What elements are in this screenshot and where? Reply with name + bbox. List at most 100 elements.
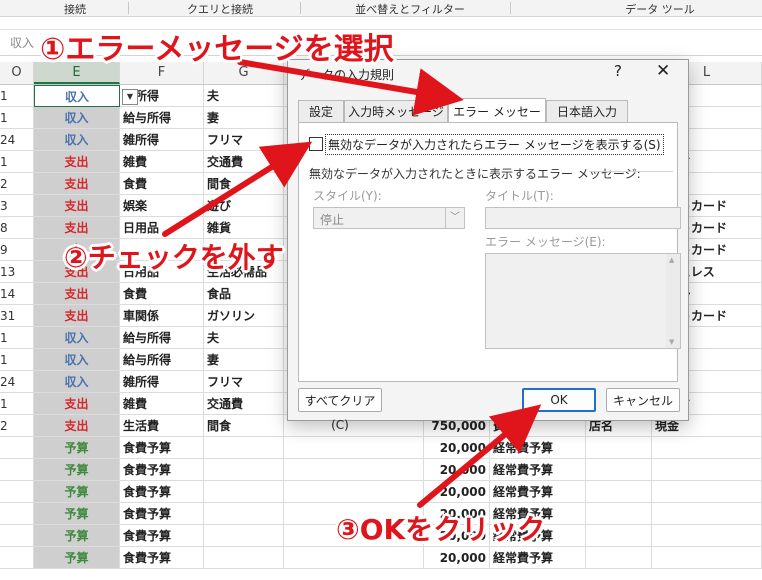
cell-g[interactable]: 間食 [204,173,284,195]
cell-amount[interactable]: 20,000 [424,481,490,503]
tab-input-message[interactable]: 入力時メッセージ [344,100,448,122]
cell-e[interactable]: 収入 [34,371,120,393]
cell-k[interactable] [586,525,652,547]
cell-f[interactable]: 雑所得 [120,371,204,393]
cell-g[interactable] [204,481,284,503]
cell-k[interactable] [586,503,652,525]
cell-e[interactable]: 予算 [34,459,120,481]
cell-g[interactable]: 遊び [204,195,284,217]
cell-f[interactable]: 車関係 [120,305,204,327]
cell-f[interactable]: 娯楽 [120,195,204,217]
cell-e[interactable]: 支出 [34,393,120,415]
cell-f[interactable]: 食費予算 [120,437,204,459]
cell-f[interactable]: 給与所得 [120,349,204,371]
cell-f[interactable]: 食費予算 [120,547,204,569]
cell-j[interactable]: 経常費予算 [490,437,586,459]
cell-g[interactable]: 夫 [204,327,284,349]
cell-l[interactable] [652,481,762,503]
cell-l[interactable] [652,503,762,525]
cell-e[interactable]: 支出 [34,151,120,173]
cell-e[interactable]: 支出 [34,283,120,305]
cell-g[interactable]: 交通費 [204,151,284,173]
cell-e[interactable]: 予算 [34,547,120,569]
cell-l[interactable] [652,459,762,481]
cell-g[interactable]: 交通費 [204,393,284,415]
cell-f[interactable]: 雑所得 [120,129,204,151]
clear-all-button[interactable]: すべてクリア(C) [298,388,382,432]
ok-button[interactable]: OK [522,388,596,412]
style-select[interactable]: 停止 ﹀ [313,207,465,229]
cell-g[interactable] [204,503,284,525]
cell-h[interactable] [284,437,424,459]
cell-h[interactable] [284,547,424,569]
cell-e[interactable]: 支出 [34,173,120,195]
cell-f[interactable]: 食費予算 [120,481,204,503]
cell-f[interactable]: 生活費 [120,415,204,437]
cell-k[interactable] [586,481,652,503]
close-icon[interactable]: ✕ [656,61,670,81]
cell-h[interactable] [284,459,424,481]
cell-g[interactable]: 食品 [204,283,284,305]
cell-g[interactable]: 妻 [204,107,284,129]
dropdown-arrow-icon[interactable]: ▼ [122,89,138,105]
cell-l[interactable] [652,547,762,569]
cell-h[interactable] [284,481,424,503]
show-error-checkbox-label[interactable]: 無効なデータが入力されたらエラー メッセージを表示する(S) [325,134,664,155]
column-header-o[interactable]: O [0,62,34,84]
error-message-textarea[interactable]: ▲ ▼ [485,253,681,349]
cell-l[interactable] [652,437,762,459]
cell-e[interactable]: 予算 [34,437,120,459]
cell-e[interactable]: 支出 [34,195,120,217]
cell-amount[interactable]: 20,000 [424,437,490,459]
cell-g[interactable] [204,437,284,459]
cell-g[interactable]: 妻 [204,349,284,371]
cell-f[interactable]: 雑費 [120,393,204,415]
textarea-scrollbar[interactable]: ▲ ▼ [666,254,680,348]
cell-amount[interactable]: 20,000 [424,459,490,481]
row-number: 1 [0,349,34,371]
cell-e[interactable]: 予算 [34,503,120,525]
cell-e[interactable]: 収入 [34,107,120,129]
cell-j[interactable]: 経常費予算 [490,481,586,503]
cell-g[interactable]: ガソリン [204,305,284,327]
cell-k[interactable] [586,459,652,481]
cell-e[interactable]: 収入 [34,85,120,107]
cell-amount[interactable]: 20,000 [424,547,490,569]
cell-f[interactable]: 食費 [120,283,204,305]
title-input[interactable] [485,207,681,229]
cell-g[interactable]: フリマ [204,129,284,151]
cell-g[interactable]: 夫 [204,85,284,107]
cell-k[interactable] [586,547,652,569]
cell-f[interactable]: 雑費 [120,151,204,173]
cell-f[interactable]: 食費予算 [120,525,204,547]
cell-j[interactable]: 経常費予算 [490,547,586,569]
cancel-button[interactable]: キャンセル [606,388,680,412]
cell-j[interactable]: 経常費予算 [490,459,586,481]
tab-error-message[interactable]: エラー メッセージ [448,98,546,145]
row-number: 31 [0,305,34,327]
cell-f[interactable]: 食費 [120,173,204,195]
cell-e[interactable]: 予算 [34,525,120,547]
cell-f[interactable]: 給与所得 [120,327,204,349]
cell-e[interactable]: 支出 [34,415,120,437]
cell-e[interactable]: 支出 [34,305,120,327]
cell-g[interactable] [204,525,284,547]
tab-japanese-input[interactable]: 日本語入力 [546,100,628,122]
cell-f[interactable]: 食費予算 [120,459,204,481]
cell-g[interactable] [204,459,284,481]
cell-e[interactable]: 予算 [34,481,120,503]
cell-l[interactable] [652,525,762,547]
cell-f[interactable]: 食費予算 [120,503,204,525]
cell-g[interactable]: 間食 [204,415,284,437]
tab-settings[interactable]: 設定 [298,100,344,122]
cell-g[interactable]: フリマ [204,371,284,393]
show-error-checkbox[interactable] [309,137,323,151]
help-icon[interactable]: ? [614,62,622,80]
cell-f[interactable]: 給与所得 [120,107,204,129]
row-number: 9 [0,239,34,261]
cell-e[interactable]: 収入 [34,129,120,151]
cell-e[interactable]: 収入 [34,349,120,371]
cell-g[interactable] [204,547,284,569]
cell-k[interactable] [586,437,652,459]
cell-e[interactable]: 収入 [34,327,120,349]
